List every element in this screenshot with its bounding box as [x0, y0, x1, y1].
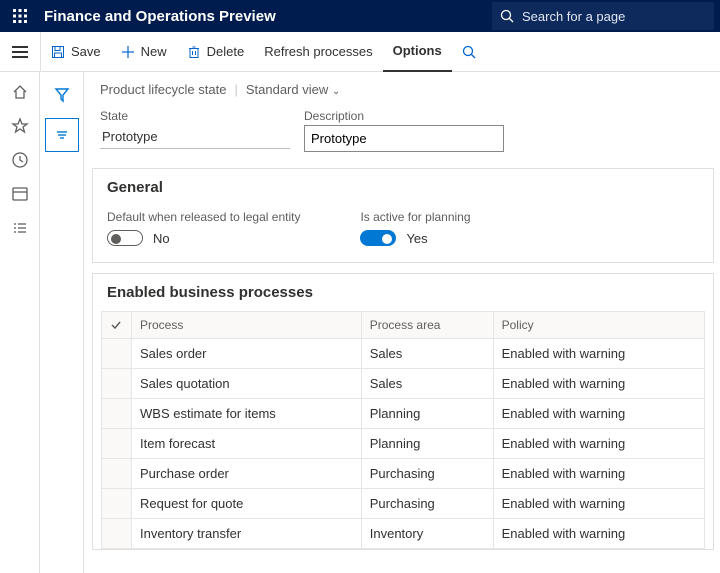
cell-process: Purchase order — [132, 459, 362, 489]
page-title: Product lifecycle state — [100, 82, 226, 97]
breadcrumb: Product lifecycle state | Standard view … — [100, 82, 704, 97]
table-row[interactable]: WBS estimate for itemsPlanningEnabled wi… — [102, 399, 705, 429]
cell-process: Item forecast — [132, 429, 362, 459]
cell-policy: Enabled with warning — [493, 489, 704, 519]
table-row[interactable]: Request for quotePurchasingEnabled with … — [102, 489, 705, 519]
processes-table: Process Process area Policy Sales orderS… — [101, 311, 705, 549]
processes-section: Enabled business processes Process Proce… — [92, 273, 714, 550]
row-selector[interactable] — [102, 519, 132, 549]
title-bar: Finance and Operations Preview Search fo… — [0, 0, 720, 32]
processes-heading: Enabled business processes — [93, 274, 713, 301]
search-icon — [462, 45, 476, 59]
col-policy[interactable]: Policy — [493, 312, 704, 339]
row-selector[interactable] — [102, 459, 132, 489]
cell-area: Inventory — [361, 519, 493, 549]
state-value[interactable]: Prototype — [100, 125, 290, 149]
default-toggle[interactable] — [107, 230, 143, 246]
cell-process: WBS estimate for items — [132, 399, 362, 429]
col-area[interactable]: Process area — [361, 312, 493, 339]
cell-process: Request for quote — [132, 489, 362, 519]
search-placeholder: Search for a page — [522, 9, 625, 24]
trash-icon — [187, 45, 201, 59]
search-icon — [492, 9, 522, 23]
table-row[interactable]: Sales orderSalesEnabled with warning — [102, 339, 705, 369]
nav-workspaces[interactable] — [4, 178, 36, 210]
hamburger-icon — [12, 51, 28, 53]
table-row[interactable]: Sales quotationSalesEnabled with warning — [102, 369, 705, 399]
nav-toggle-button[interactable] — [0, 32, 40, 72]
chevron-down-icon: ⌄ — [332, 86, 340, 97]
cell-area: Purchasing — [361, 489, 493, 519]
general-heading: General — [93, 169, 713, 196]
cell-process: Sales quotation — [132, 369, 362, 399]
row-selector[interactable] — [102, 429, 132, 459]
options-tab[interactable]: Options — [383, 32, 452, 72]
nav-recent[interactable] — [4, 144, 36, 176]
nav-modules[interactable] — [4, 212, 36, 244]
app-title: Finance and Operations Preview — [40, 8, 276, 25]
app-launcher-icon[interactable] — [0, 0, 40, 32]
cell-area: Sales — [361, 339, 493, 369]
state-field: State Prototype — [100, 109, 290, 152]
cell-policy: Enabled with warning — [493, 429, 704, 459]
filter-rail — [40, 72, 84, 573]
save-icon — [51, 45, 65, 59]
table-row[interactable]: Item forecastPlanningEnabled with warnin… — [102, 429, 705, 459]
nav-favorites[interactable] — [4, 110, 36, 142]
planning-toggle[interactable] — [360, 230, 396, 246]
select-all-header[interactable] — [102, 312, 132, 339]
table-row[interactable]: Inventory transferInventoryEnabled with … — [102, 519, 705, 549]
nav-rail — [0, 72, 40, 573]
general-section: General Default when released to legal e… — [92, 168, 714, 263]
new-button[interactable]: New — [111, 32, 177, 72]
cell-policy: Enabled with warning — [493, 339, 704, 369]
find-button[interactable] — [452, 32, 486, 72]
description-input[interactable] — [304, 125, 504, 152]
global-search[interactable]: Search for a page — [492, 2, 714, 30]
cell-area: Sales — [361, 369, 493, 399]
cell-area: Purchasing — [361, 459, 493, 489]
cell-area: Planning — [361, 399, 493, 429]
row-selector[interactable] — [102, 369, 132, 399]
action-bar: Save New Delete Refresh processes Option… — [0, 32, 720, 72]
cell-area: Planning — [361, 429, 493, 459]
cell-process: Sales order — [132, 339, 362, 369]
row-selector[interactable] — [102, 339, 132, 369]
filter-button[interactable] — [45, 78, 79, 112]
row-selector[interactable] — [102, 489, 132, 519]
cell-policy: Enabled with warning — [493, 519, 704, 549]
description-field: Description — [304, 109, 504, 152]
refresh-processes-button[interactable]: Refresh processes — [254, 32, 382, 72]
delete-button[interactable]: Delete — [177, 32, 255, 72]
view-selector[interactable]: Standard view ⌄ — [246, 82, 340, 97]
list-view-button[interactable] — [45, 118, 79, 152]
cell-policy: Enabled with warning — [493, 399, 704, 429]
main-content: Product lifecycle state | Standard view … — [84, 72, 720, 573]
table-row[interactable]: Purchase orderPurchasingEnabled with war… — [102, 459, 705, 489]
cell-process: Inventory transfer — [132, 519, 362, 549]
cell-policy: Enabled with warning — [493, 459, 704, 489]
nav-home[interactable] — [4, 76, 36, 108]
plus-icon — [121, 45, 135, 59]
cell-policy: Enabled with warning — [493, 369, 704, 399]
col-process[interactable]: Process — [132, 312, 362, 339]
save-button[interactable]: Save — [41, 32, 111, 72]
row-selector[interactable] — [102, 399, 132, 429]
